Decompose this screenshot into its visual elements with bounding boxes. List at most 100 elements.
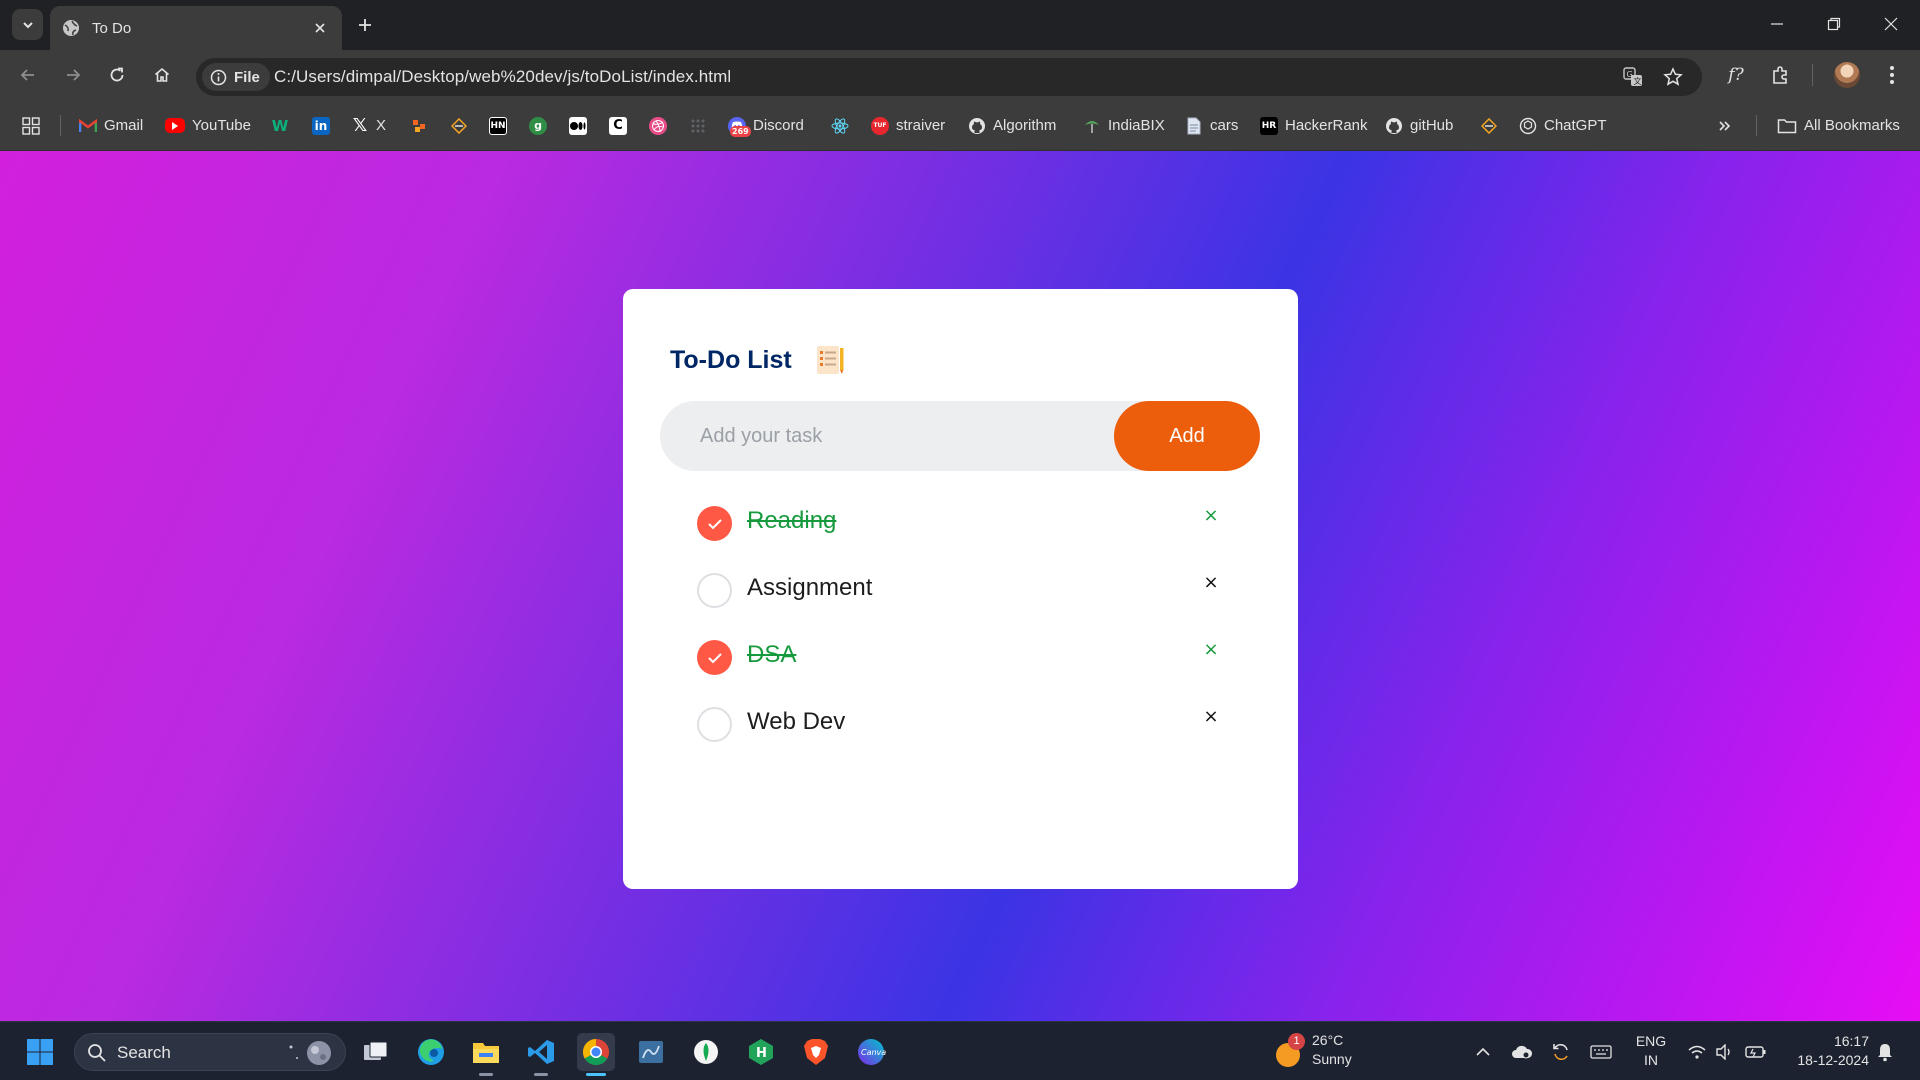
edge-icon (418, 1039, 444, 1065)
task-view-button[interactable] (357, 1033, 395, 1071)
sync-icon[interactable] (1550, 1041, 1572, 1063)
extensions-icon[interactable] (1764, 59, 1796, 91)
bookmark-hackerrank[interactable]: HR HackerRank (1260, 113, 1368, 138)
canva-app[interactable]: Canva (852, 1033, 890, 1071)
checked-icon[interactable] (697, 640, 732, 675)
bookmark-gfg[interactable]: g (529, 113, 547, 138)
start-button[interactable] (21, 1033, 59, 1071)
clock-date: 18-12-2024 (1797, 1052, 1869, 1068)
input-language[interactable]: ENG IN (1633, 1032, 1669, 1070)
wifi-icon[interactable] (1686, 1041, 1708, 1063)
unchecked-icon[interactable] (697, 707, 732, 742)
delete-task-icon[interactable]: × (1200, 571, 1222, 593)
checked-icon[interactable] (697, 506, 732, 541)
home-button[interactable] (146, 59, 178, 91)
menu-kebab-icon[interactable] (1876, 59, 1908, 91)
all-bookmarks-button[interactable]: All Bookmarks (1777, 113, 1900, 138)
brave-app[interactable] (797, 1033, 835, 1071)
mongodb-app[interactable] (687, 1033, 725, 1071)
url-text[interactable]: C:/Users/dimpal/Desktop/web%20dev/js/toD… (274, 67, 731, 87)
dribbble-icon (649, 116, 667, 135)
bookmarks-overflow-button[interactable] (1718, 113, 1732, 138)
onedrive-icon[interactable] (1511, 1041, 1533, 1063)
new-tab-button[interactable] (352, 12, 378, 38)
edge-app[interactable] (412, 1033, 450, 1071)
file-explorer-app[interactable] (467, 1033, 505, 1076)
reload-button[interactable] (101, 59, 133, 91)
forward-button[interactable] (57, 59, 89, 91)
bookmark-gmail[interactable]: Gmail (79, 113, 143, 138)
canva-icon: Canva (858, 1039, 886, 1065)
bookmark-chatgpt[interactable]: ChatGPT (1519, 113, 1607, 138)
bookmark-react[interactable] (831, 113, 849, 138)
delete-task-icon[interactable]: × (1200, 638, 1222, 660)
info-icon (210, 69, 227, 85)
minimize-button[interactable] (1748, 0, 1806, 48)
bookmark-dribbble[interactable] (649, 113, 667, 138)
translate-icon[interactable]: G文 (1620, 64, 1646, 90)
bookmark-discord[interactable]: 269 Discord (728, 113, 804, 138)
habit-app[interactable]: H (742, 1033, 780, 1071)
bookmark-layers-2[interactable] (1480, 113, 1498, 138)
notification-bell-icon[interactable] (1874, 1041, 1896, 1063)
formula-extension-icon[interactable]: f? (1720, 59, 1752, 91)
task-text: Reading (747, 507, 837, 534)
back-button[interactable] (12, 59, 44, 91)
discord-badge: 269 (730, 125, 751, 137)
bookmarks-bar: Gmail YouTube W in 𝕏 X HN g C 269 Discor… (0, 100, 1920, 151)
bookmark-label: Algorithm (993, 117, 1057, 134)
layers-icon (1480, 117, 1498, 135)
bookmark-x[interactable]: 𝕏 X (351, 113, 386, 138)
bookmark-algorithm[interactable]: Algorithm (968, 113, 1056, 138)
delete-task-icon[interactable]: × (1200, 504, 1222, 526)
tab-search-button[interactable] (12, 9, 43, 40)
site-info-chip[interactable]: File (202, 63, 270, 91)
address-bar[interactable]: File C:/Users/dimpal/Desktop/web%20dev/j… (196, 58, 1702, 96)
active-tab[interactable]: To Do (50, 6, 342, 50)
bookmark-wellfound[interactable]: W (271, 113, 289, 138)
chrome-app[interactable] (577, 1033, 615, 1076)
battery-icon[interactable] (1745, 1041, 1767, 1063)
task-input[interactable] (660, 401, 1120, 471)
keyboard-icon[interactable] (1590, 1041, 1612, 1063)
weather-widget[interactable]: 1 26°C Sunny (1272, 1031, 1382, 1073)
bookmark-codechef[interactable]: C (609, 113, 627, 138)
todo-card: To-Do List Add Reading × (623, 289, 1298, 889)
tray-overflow-icon[interactable] (1472, 1041, 1494, 1063)
task-item[interactable]: DSA × (623, 626, 1298, 686)
bookmark-medium[interactable] (569, 113, 587, 138)
bookmark-grid[interactable] (410, 113, 428, 138)
taskbar-search[interactable]: Search (74, 1033, 346, 1071)
restore-button[interactable] (1805, 0, 1863, 48)
bookmark-github[interactable]: gitHub (1385, 113, 1453, 138)
bookmark-label: ChatGPT (1544, 117, 1607, 134)
close-window-button[interactable] (1862, 0, 1920, 48)
bookmark-striver[interactable]: TUF straiver (871, 113, 945, 138)
bookmark-cars[interactable]: cars (1185, 113, 1238, 138)
bookmark-indiabix[interactable]: IndiaBIX (1083, 113, 1165, 138)
bookmark-linkedin[interactable]: in (312, 113, 330, 138)
delete-task-icon[interactable]: × (1200, 705, 1222, 727)
task-item[interactable]: Assignment × (623, 559, 1298, 619)
task-input-row: Add (660, 401, 1260, 471)
tuf-icon: TUF (871, 116, 889, 135)
bookmark-youtube[interactable]: YouTube (165, 113, 251, 138)
add-button[interactable]: Add (1114, 401, 1260, 471)
mysql-workbench-app[interactable] (632, 1033, 670, 1071)
task-item[interactable]: Reading × (623, 492, 1298, 552)
task-view-icon (364, 1041, 388, 1060)
apps-grid-button[interactable] (22, 113, 40, 138)
search-highlight-icon (289, 1041, 331, 1065)
task-item[interactable]: Web Dev × (623, 693, 1298, 753)
profile-avatar[interactable] (1834, 62, 1860, 88)
bookmark-layers[interactable] (450, 113, 468, 138)
close-tab-icon[interactable] (310, 18, 330, 38)
vscode-app[interactable] (522, 1033, 560, 1076)
bookmark-apps[interactable] (689, 113, 707, 138)
bookmark-star-icon[interactable] (1660, 64, 1686, 90)
folder-icon (473, 1043, 499, 1063)
unchecked-icon[interactable] (697, 573, 732, 608)
clock[interactable]: 16:17 18-12-2024 (1783, 1032, 1869, 1070)
bookmark-hashnode[interactable]: HN (489, 113, 507, 138)
volume-icon[interactable] (1714, 1041, 1736, 1063)
